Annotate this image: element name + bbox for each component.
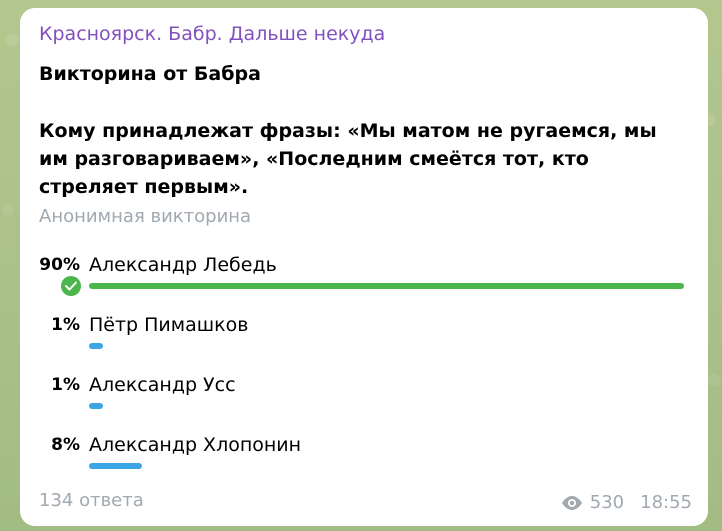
- option-label: Александр Хлопонин: [89, 434, 302, 456]
- option-percent: 90%: [39, 255, 80, 275]
- eye-icon: [561, 495, 582, 510]
- option-result-bar: [89, 283, 684, 289]
- message-meta: 530 18:55: [560, 492, 692, 513]
- poll-option-4[interactable]: 8% Александр Хлопонин: [20, 434, 708, 479]
- option-result-bar: [89, 343, 103, 349]
- option-bar-track: [89, 283, 684, 289]
- quiz-type-label: Анонимная викторина: [39, 206, 252, 227]
- option-bar-track: [89, 343, 684, 349]
- quiz-question: Кому принадлежат фразы: «Мы матом не руг…: [39, 120, 657, 198]
- option-result-bar: [89, 463, 142, 469]
- message-bubble[interactable]: Красноярск. Бабр. Дальше некуда Викторин…: [20, 8, 708, 526]
- quiz-title: Викторина от Бабра: [39, 63, 261, 85]
- option-result-bar: [89, 403, 103, 409]
- poll-option-1[interactable]: 90% Александр Лебедь: [20, 254, 708, 299]
- option-bar-track: [89, 403, 684, 409]
- check-circle-icon: [61, 276, 81, 296]
- channel-name[interactable]: Красноярск. Бабр. Дальше некуда: [39, 23, 385, 45]
- option-percent: 1%: [51, 315, 80, 335]
- views-count: 530: [589, 492, 625, 513]
- option-label: Александр Усс: [89, 374, 236, 396]
- option-bar-track: [89, 463, 684, 469]
- option-percent: 1%: [51, 375, 80, 395]
- option-percent: 8%: [51, 435, 80, 455]
- answers-count[interactable]: 134 ответа: [39, 490, 144, 511]
- poll-option-2[interactable]: 1% Пётр Пимашков: [20, 314, 708, 359]
- poll-option-3[interactable]: 1% Александр Усс: [20, 374, 708, 419]
- message-time: 18:55: [640, 492, 692, 513]
- option-label: Александр Лебедь: [89, 254, 277, 276]
- option-label: Пётр Пимашков: [89, 314, 249, 336]
